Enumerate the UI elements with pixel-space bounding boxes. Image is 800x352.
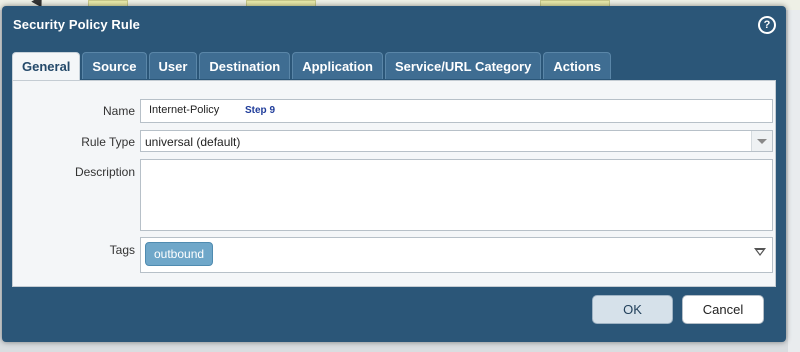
description-textarea[interactable] bbox=[140, 159, 773, 231]
tab-destination[interactable]: Destination bbox=[199, 52, 291, 79]
name-value: Internet-Policy bbox=[149, 104, 220, 116]
rule-type-select[interactable]: universal (default) bbox=[140, 130, 773, 152]
tab-actions[interactable]: Actions bbox=[543, 52, 611, 79]
step-annotation: Step 9 bbox=[245, 105, 276, 116]
dialog-titlebar: Security Policy Rule ? bbox=[2, 6, 786, 44]
rule-type-value: universal (default) bbox=[145, 135, 241, 149]
ok-button[interactable]: OK bbox=[592, 295, 673, 324]
tag-chip[interactable]: outbound bbox=[145, 242, 214, 266]
help-icon[interactable]: ? bbox=[758, 16, 776, 34]
cancel-button[interactable]: Cancel bbox=[682, 295, 764, 324]
description-label: Description bbox=[74, 165, 135, 179]
tab-bar: General Source User Destination Applicat… bbox=[12, 52, 611, 80]
name-label: Name bbox=[102, 104, 135, 118]
general-tab-panel: Name Internet-Policy Step 9 Rule Type un… bbox=[12, 80, 776, 287]
tab-user[interactable]: User bbox=[148, 52, 198, 79]
name-input[interactable]: Internet-Policy Step 9 bbox=[140, 99, 773, 123]
chevron-down-icon[interactable] bbox=[751, 131, 772, 151]
tags-label: Tags bbox=[109, 243, 135, 257]
tab-application[interactable]: Application bbox=[292, 52, 383, 79]
tab-general[interactable]: General bbox=[12, 52, 81, 80]
dialog-title: Security Policy Rule bbox=[13, 17, 140, 32]
rule-type-label: Rule Type bbox=[81, 135, 135, 149]
tab-source[interactable]: Source bbox=[82, 52, 147, 79]
triangle-down-icon[interactable] bbox=[754, 248, 766, 256]
tab-service-url-category[interactable]: Service/URL Category bbox=[385, 52, 542, 79]
background-app-edge bbox=[788, 10, 800, 352]
tags-input[interactable]: outbound bbox=[140, 237, 773, 273]
security-policy-rule-dialog: Security Policy Rule ? General Source Us… bbox=[2, 6, 786, 342]
